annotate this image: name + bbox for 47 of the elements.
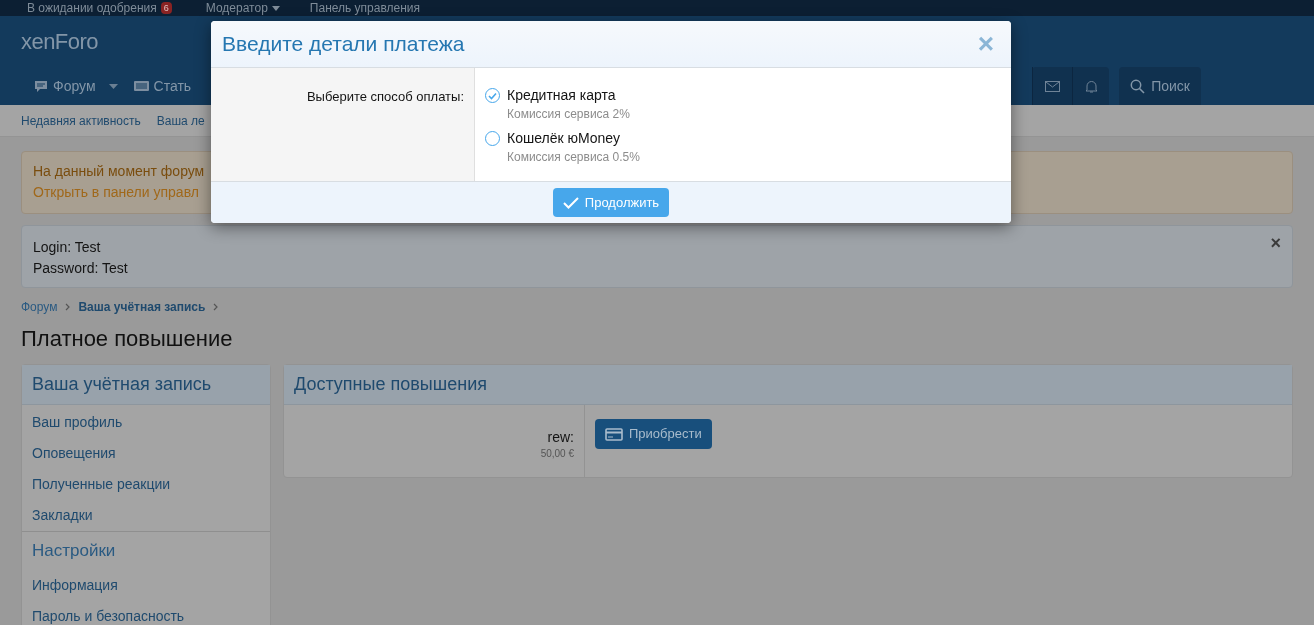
top-bar-link[interactable]: Панель управления — [309, 1, 425, 15]
continue-button[interactable]: Продолжить — [552, 188, 670, 217]
sidebar-item[interactable]: Информация — [22, 570, 270, 601]
sidebar-heading: Настройки — [31, 540, 117, 563]
sidebar-item[interactable]: Ваш профиль — [22, 407, 270, 438]
sidebar-item[interactable]: Полученные реакции — [22, 469, 270, 500]
option-label[interactable]: Кошелёк юMoney — [507, 129, 640, 148]
close-button[interactable]: × — [1270, 234, 1281, 287]
sidebar-item[interactable]: Закладки — [22, 500, 270, 531]
caret-icon — [271, 5, 280, 11]
notice-line: Login: Test — [33, 238, 102, 257]
caret-icon — [108, 83, 118, 89]
panel-heading: Доступные повышения — [284, 365, 1292, 405]
breadcrumb-link[interactable]: Ваша учётная запись — [78, 298, 206, 316]
purchase-button[interactable]: Приобрести — [595, 419, 712, 449]
nav-tab[interactable]: Стать — [125, 75, 200, 97]
search-icon — [1130, 78, 1146, 94]
sidebar-item[interactable]: Оповещения — [22, 438, 270, 469]
close-button[interactable]: × — [977, 30, 994, 58]
chat-icon — [34, 79, 48, 93]
sub-nav-link[interactable]: Ваша ле — [156, 111, 205, 130]
upgrade-price: 50,00 € — [540, 447, 574, 461]
chevron-icon — [65, 303, 71, 311]
count-badge: 6 — [160, 2, 172, 14]
list-icon — [133, 80, 149, 92]
top-bar-link[interactable]: Модератор — [205, 1, 280, 15]
nav-tab[interactable]: Форум — [26, 75, 126, 97]
sidebar-heading: Ваша учётная запись — [22, 365, 270, 405]
notice-line: Password: Test — [33, 259, 129, 278]
chevron-icon — [213, 303, 219, 311]
sidebar-item[interactable]: Пароль и безопасность — [22, 601, 270, 625]
upgrade-name: rew: — [547, 429, 574, 445]
checkmark-icon — [488, 91, 497, 100]
option-hint: Комиссия сервиса 2% — [507, 106, 630, 123]
option-label[interactable]: Кредитная карта — [507, 86, 630, 105]
site-logo[interactable]: xenForo — [21, 25, 98, 58]
page-title: Платное повышение — [21, 325, 234, 353]
sub-nav-link[interactable]: Недавняя активность — [21, 111, 141, 130]
field-label: Выберите способ оплаты: — [306, 88, 464, 106]
top-bar-link[interactable]: В ожидании одобрения 6 — [27, 1, 176, 15]
credit-card-icon — [605, 427, 623, 441]
checkmark-icon — [562, 196, 579, 209]
search-button[interactable]: Поиск — [1119, 67, 1201, 105]
dialog-title: Введите детали платежа — [222, 31, 466, 58]
notice-text: На данный момент форум — [33, 162, 206, 181]
option-hint: Комиссия сервиса 0.5% — [507, 149, 640, 166]
breadcrumb-link[interactable]: Форум — [21, 298, 58, 316]
